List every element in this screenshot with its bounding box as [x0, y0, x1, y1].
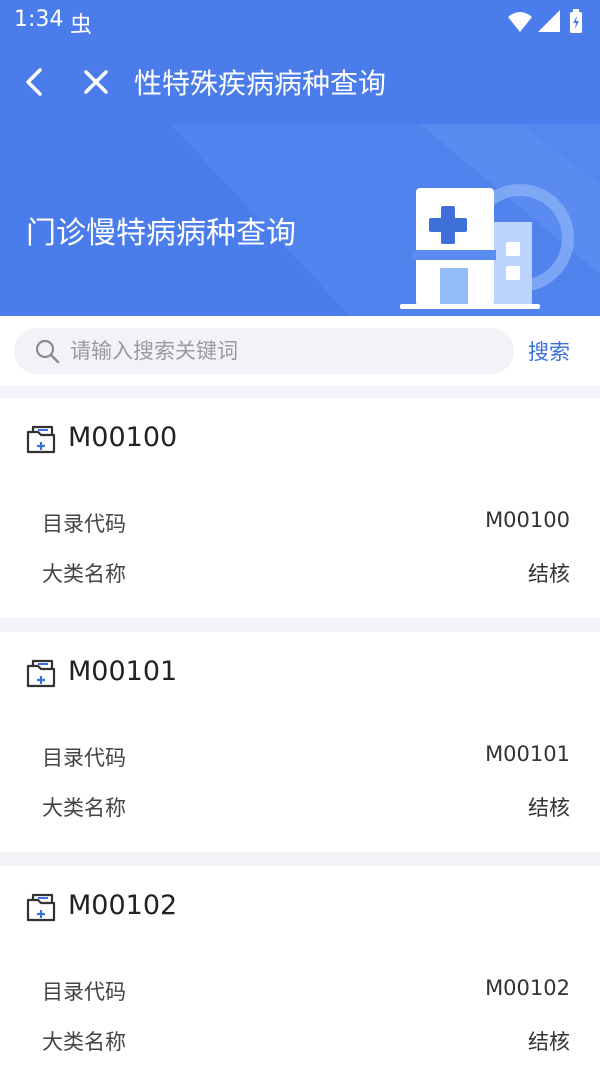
status-icons — [508, 9, 582, 33]
search-icon — [35, 339, 60, 364]
medical-folder-icon — [26, 659, 56, 688]
field-label-code: 目录代码 — [42, 512, 126, 536]
field-value-code: M00102 — [485, 976, 570, 1000]
status-time: 1:34 — [14, 7, 64, 32]
record-card[interactable]: M00100 目录代码 M00100 大类名称 结核 — [0, 398, 600, 618]
back-button[interactable] — [14, 60, 58, 104]
record-title: M00101 — [68, 656, 178, 687]
field-label-category: 大类名称 — [42, 796, 126, 820]
record-card[interactable]: M00101 目录代码 M00101 大类名称 结核 — [0, 632, 600, 852]
field-value-code: M00101 — [485, 742, 570, 766]
field-label-code: 目录代码 — [42, 980, 126, 1004]
medical-folder-icon — [26, 425, 56, 454]
hospital-illustration — [400, 184, 574, 309]
battery-icon — [570, 9, 582, 33]
search-bar: 搜索 — [0, 316, 600, 386]
signal-icon — [538, 10, 560, 32]
search-box[interactable] — [14, 328, 514, 374]
app-bar: 性特殊疾病病种查询 — [0, 42, 600, 124]
page-title: 性特殊疾病病种查询 — [134, 67, 387, 100]
record-title: M00100 — [68, 422, 178, 453]
wifi-icon — [508, 12, 532, 32]
record-card[interactable]: M00102 目录代码 M00102 大类名称 结核 — [0, 866, 600, 1066]
field-value-category: 结核 — [528, 1030, 570, 1054]
medical-folder-icon — [26, 893, 56, 922]
field-value-category: 结核 — [528, 562, 570, 586]
field-label-category: 大类名称 — [42, 1030, 126, 1054]
banner: 门诊慢特病病种查询 — [0, 124, 600, 316]
search-input[interactable] — [70, 328, 500, 374]
record-title: M00102 — [68, 890, 178, 921]
debug-bug-icon: 虫 — [70, 13, 93, 38]
field-value-code: M00100 — [485, 508, 570, 532]
field-value-category: 结核 — [528, 796, 570, 820]
field-label-code: 目录代码 — [42, 746, 126, 770]
banner-title: 门诊慢特病病种查询 — [26, 216, 296, 251]
search-button[interactable]: 搜索 — [528, 336, 570, 366]
close-button[interactable] — [74, 60, 118, 104]
status-bar: 1:34 虫 — [0, 0, 600, 42]
field-label-category: 大类名称 — [42, 562, 126, 586]
